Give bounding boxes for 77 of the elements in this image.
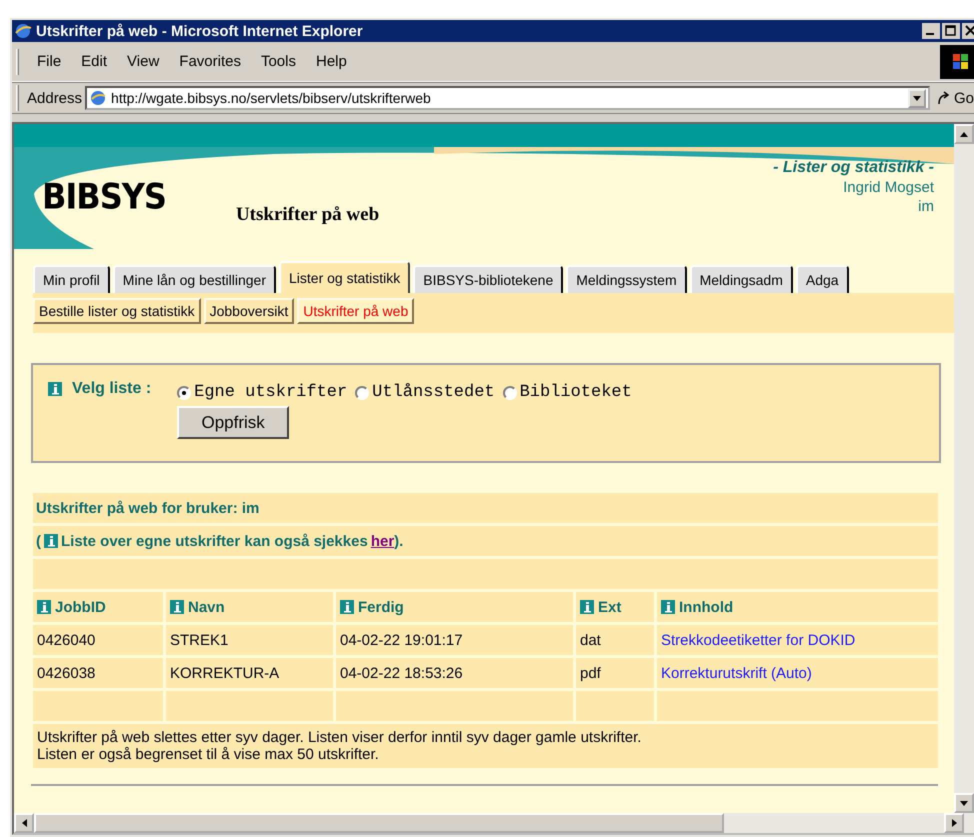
field-label: Velg liste : [72, 380, 152, 398]
table-cell: 04-02-22 18:53:26 [336, 658, 573, 688]
column-heading: JobbID [55, 598, 106, 616]
column-heading: Navn [188, 598, 225, 616]
results-heading: Utskrifter på web for bruker: im [36, 500, 260, 516]
user-id: im [918, 198, 934, 215]
subtab[interactable]: Jobboversikt [204, 298, 294, 324]
user-name: Ingrid Mogset [843, 179, 934, 196]
scrollbar-thumb[interactable] [34, 813, 724, 833]
note-text: Liste over egne utskrifter kan også sjekkes [61, 532, 368, 550]
radio-label: Egne utskrifter [194, 383, 348, 402]
radio-label: Biblioteket [520, 383, 632, 402]
tab[interactable]: BIBSYS-bibliotekene [413, 265, 564, 293]
note-bracket: ). [394, 532, 404, 550]
windows-flag-icon [940, 44, 974, 78]
minimize-icon[interactable] [922, 23, 940, 39]
subtab[interactable]: Utskrifter på web [297, 298, 414, 324]
info-icon [48, 382, 62, 396]
content-link[interactable]: Strekkodeetiketter for DOKID [661, 632, 856, 648]
info-icon [170, 600, 184, 614]
table-cell: KORREKTUR-A [166, 658, 333, 688]
menu-item[interactable]: Tools [250, 53, 306, 70]
table-cell: 04-02-22 19:01:17 [336, 625, 573, 655]
info-icon [661, 600, 675, 614]
tab[interactable]: Meldingsadm [690, 265, 793, 293]
radio-label: Utlånsstedet [372, 383, 495, 402]
table-cell: 0426038 [33, 658, 163, 688]
table-cell: pdf [576, 658, 654, 688]
subtab[interactable]: Bestille lister og statistikk [33, 298, 201, 324]
address-field[interactable]: http://wgate.bibsys.no/servlets/bibserv/utskrifterweb [85, 86, 930, 110]
column-heading: Innhold [679, 598, 734, 616]
window-title: Utskrifter på web - Microsoft Internet Explorer [36, 22, 364, 40]
content-link[interactable]: Korrekturutskrift (Auto) [661, 664, 812, 682]
column-heading: Ext [598, 598, 622, 616]
footer-text: Utskrifter på web slettes etter syv dager. Listen viser derfor inntil syv dager gamle utskrifter. [37, 729, 642, 746]
radio-button[interactable] [355, 386, 370, 400]
tab[interactable]: Lister og statistikk [279, 261, 410, 293]
scroll-down-icon[interactable] [954, 793, 974, 813]
page-icon [89, 89, 108, 107]
go-button[interactable]: Go [936, 90, 974, 106]
scroll-left-icon[interactable] [14, 813, 34, 833]
note-bracket: ( [36, 532, 41, 550]
footer-text: Listen er også begrenset til å vise max 50 utskrifter. [37, 746, 380, 763]
here-link[interactable]: her [370, 532, 394, 550]
radio-button[interactable] [502, 386, 517, 400]
address-label: Address [27, 90, 82, 106]
tab[interactable]: Adga [796, 265, 849, 293]
menu-item[interactable]: View [117, 53, 170, 70]
info-icon [580, 600, 594, 614]
menu-item[interactable]: File [27, 53, 72, 70]
table-cell: dat [576, 625, 654, 655]
info-icon [37, 600, 51, 614]
info-icon [340, 600, 354, 614]
section-title: - Lister og statistikk - [773, 159, 934, 177]
tab[interactable]: Meldingssystem [566, 265, 687, 293]
menu-item[interactable]: Edit [71, 53, 118, 70]
table-cell: STREK1 [166, 625, 333, 655]
maximize-icon[interactable] [942, 23, 960, 39]
page-title: Utskrifter på web [236, 204, 380, 227]
globe-icon [14, 22, 32, 40]
table-cell: 0426040 [33, 625, 163, 655]
scroll-right-icon[interactable] [944, 813, 964, 833]
tab[interactable]: Min profil [33, 265, 110, 293]
caret-icon [912, 96, 921, 100]
logo: BIBSYS [42, 176, 166, 220]
column-heading: Ferdig [358, 598, 404, 616]
info-icon [44, 534, 58, 548]
refresh-button[interactable]: Oppfrisk [177, 406, 290, 439]
horizontal-scrollbar[interactable] [14, 813, 974, 833]
arrow-icon [936, 90, 952, 106]
dropdown-button[interactable] [908, 88, 926, 108]
radio-button[interactable] [177, 386, 192, 400]
menu-item[interactable]: Help [306, 53, 357, 70]
scroll-up-icon[interactable] [954, 124, 974, 144]
tab[interactable]: Mine lån og bestillinger [112, 265, 276, 293]
vertical-scrollbar[interactable] [954, 124, 974, 813]
menu-item[interactable]: Favorites [169, 53, 251, 70]
